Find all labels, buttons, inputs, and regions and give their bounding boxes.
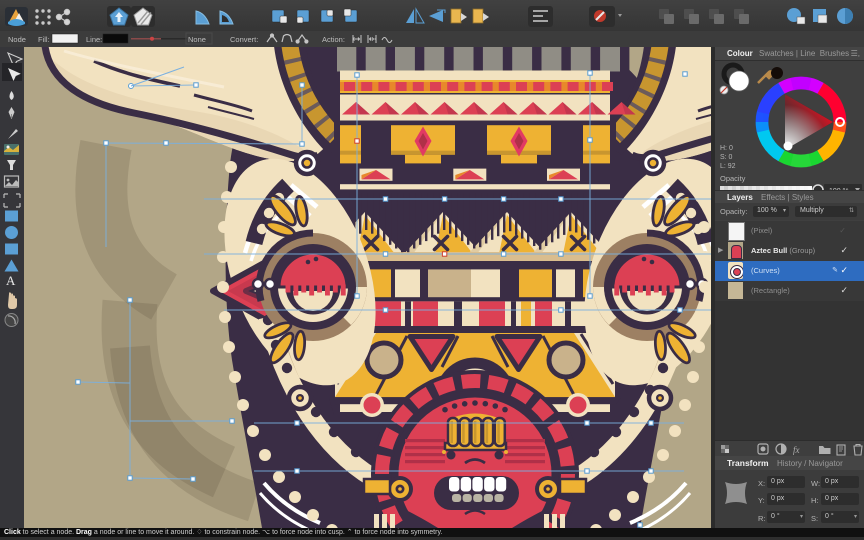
svg-text:Node: Node [8, 35, 26, 44]
svg-text:Fill:: Fill: [38, 35, 50, 44]
svg-text:Opacity: Opacity [720, 174, 746, 183]
svg-text:None: None [188, 35, 206, 44]
svg-text:Action:: Action: [322, 35, 345, 44]
svg-text:Line:: Line: [86, 35, 102, 44]
svg-text:A: A [6, 273, 16, 288]
svg-text:L: 92: L: 92 [720, 163, 736, 170]
svg-text:H: 0: H: 0 [720, 145, 733, 152]
svg-text:S: 0: S: 0 [720, 154, 733, 161]
svg-text:fx: fx [793, 445, 800, 455]
svg-text:Convert:: Convert: [230, 35, 258, 44]
